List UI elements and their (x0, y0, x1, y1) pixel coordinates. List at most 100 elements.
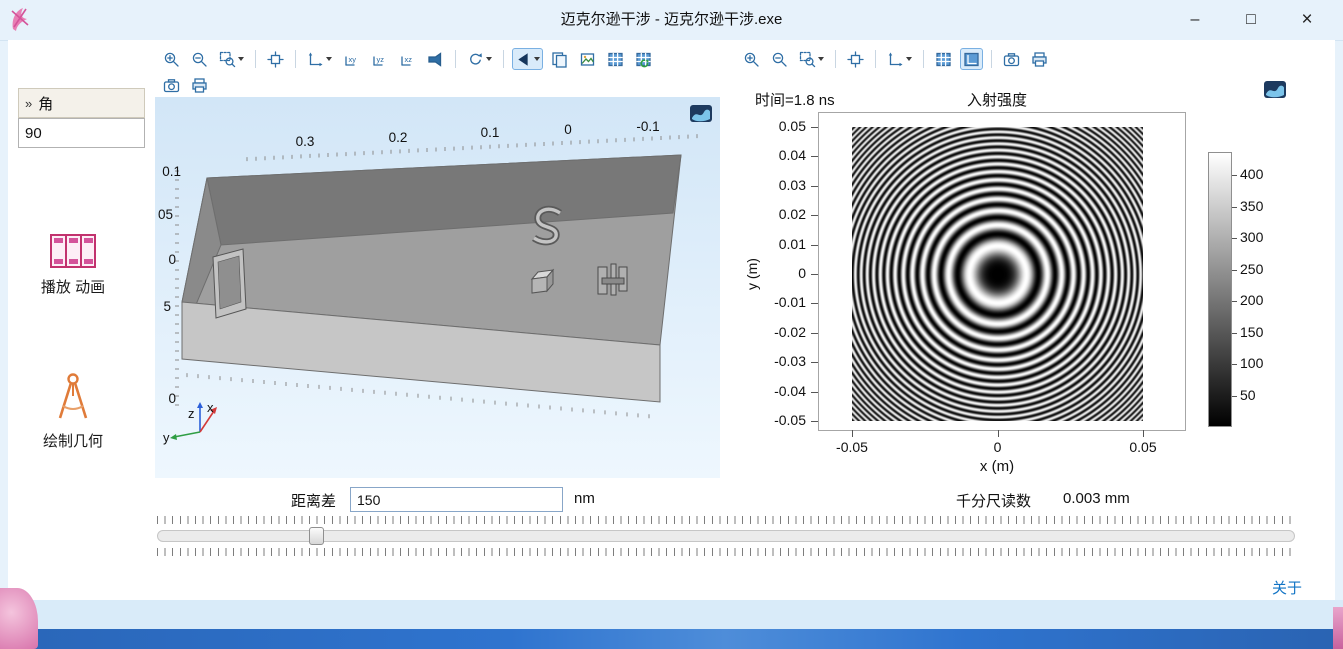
axis-tick-mark (811, 245, 818, 246)
axis-tick-label: 200 (1240, 292, 1284, 308)
axis-tick-mark (811, 274, 818, 275)
dropdown-caret-icon[interactable] (326, 57, 332, 61)
zoom-box-icon[interactable] (216, 48, 247, 70)
axis-tick-mark (998, 430, 999, 437)
dropdown-caret-icon[interactable] (238, 57, 244, 61)
plot2d-toolbar (740, 47, 1051, 71)
zoom-out-icon[interactable] (768, 48, 791, 70)
toolbar-separator (255, 50, 256, 68)
axis-tick-mark (811, 421, 818, 422)
axis-tick-mark (811, 156, 818, 157)
close-button[interactable]: × (1279, 0, 1335, 40)
table-icon[interactable] (932, 48, 955, 70)
table-icon[interactable] (604, 48, 627, 70)
zoom-out-icon[interactable] (188, 48, 211, 70)
svg-text:0: 0 (168, 391, 176, 406)
axis-tick-mark (1232, 207, 1237, 208)
go-to-view-icon[interactable] (884, 48, 915, 70)
slider-tick-ruler-top (157, 516, 1295, 524)
axis-tick-label: 300 (1240, 229, 1284, 245)
view-select-icon[interactable] (512, 48, 543, 70)
axis-tick-mark (1232, 396, 1237, 397)
about-link[interactable]: 关于 (1272, 577, 1302, 598)
zoom-in-icon[interactable] (740, 48, 763, 70)
axis-tick-label: 0 (968, 439, 1028, 455)
slider-handle[interactable] (309, 527, 324, 545)
slider-track[interactable] (157, 530, 1295, 542)
axis-tick-mark (1232, 364, 1237, 365)
micrometer-reading-value: 0.003 mm (1063, 490, 1130, 507)
toolbar-separator (835, 50, 836, 68)
rotate-icon[interactable] (464, 48, 495, 70)
time-annotation: 时间=1.8 ns (755, 89, 835, 110)
dropdown-caret-icon[interactable] (818, 57, 824, 61)
axis-tick-label: 150 (1240, 324, 1284, 340)
distance-difference-input[interactable] (350, 487, 563, 512)
axis-tick-mark (811, 333, 818, 334)
interferometer-3d-model: 0.30.20.10-0.10.105050 zxy (155, 97, 720, 478)
axes-frame-icon[interactable] (960, 48, 983, 70)
dropdown-caret-icon[interactable] (486, 57, 492, 61)
toolbar-separator (295, 50, 296, 68)
titlebar: 迈克尔逊干涉 - 迈克尔逊干涉.exe – □ × (0, 0, 1343, 41)
view3d-toolbar-row2 (160, 73, 211, 97)
printer-icon[interactable] (1028, 48, 1051, 70)
draw-geometry-button[interactable]: 绘制几何 (18, 372, 128, 451)
view-yz-icon[interactable]: yz (368, 48, 391, 70)
toolbar-separator (923, 50, 924, 68)
svg-text:0.1: 0.1 (162, 164, 181, 179)
zoom-extents-icon[interactable] (264, 48, 287, 70)
axis-tick-label: 50 (1240, 387, 1284, 403)
axis-tick-mark (811, 127, 818, 128)
angle-section-header[interactable]: » 角 (18, 88, 145, 118)
toolbar-separator (991, 50, 992, 68)
axis-tick-mark (811, 215, 818, 216)
expand-chevron-icon[interactable]: » (25, 96, 32, 111)
zoom-box-icon[interactable] (796, 48, 827, 70)
plot-render-button[interactable] (690, 105, 712, 122)
x-axis-label: x (m) (957, 458, 1037, 475)
axis-tick-label: -0.02 (756, 324, 806, 340)
camera-icon[interactable] (1000, 48, 1023, 70)
printer-icon[interactable] (188, 74, 211, 96)
minimize-button[interactable]: – (1167, 0, 1223, 40)
axis-tick-label: 0.05 (1113, 439, 1173, 455)
angle-input[interactable] (18, 118, 145, 148)
model-3d-graphics-area[interactable]: 0.30.20.10-0.10.105050 zxy (155, 97, 720, 478)
window-title: 迈克尔逊干涉 - 迈克尔逊干涉.exe (0, 0, 1343, 40)
table-update-icon[interactable] (632, 48, 655, 70)
play-animation-button[interactable]: 播放 动画 (18, 234, 128, 297)
compass-icon (51, 372, 95, 422)
zoom-extents-icon[interactable] (844, 48, 867, 70)
play-animation-label: 播放 动画 (41, 279, 105, 296)
zoom-in-icon[interactable] (160, 48, 183, 70)
view-xz-icon[interactable]: xz (396, 48, 419, 70)
svg-text:0.2: 0.2 (389, 130, 408, 145)
axis-tick-label: 0.02 (756, 206, 806, 222)
axis-tick-mark (1232, 270, 1237, 271)
plot-render-button[interactable] (1264, 81, 1286, 98)
dropdown-caret-icon[interactable] (534, 57, 540, 61)
svg-text:x: x (207, 400, 214, 415)
view-xy-icon[interactable]: xy (340, 48, 363, 70)
maximize-button[interactable]: □ (1223, 0, 1279, 40)
dropdown-caret-icon[interactable] (906, 57, 912, 61)
svg-text:0: 0 (564, 122, 572, 137)
axis-tick-mark (1232, 175, 1237, 176)
axis-tick-label: 0.05 (756, 118, 806, 134)
axis-tick-label: -0.03 (756, 353, 806, 369)
go-to-view-icon[interactable] (304, 48, 335, 70)
svg-text:5: 5 (163, 299, 171, 314)
axis-tick-label: 0.01 (756, 236, 806, 252)
view3d-toolbar-row1: xyyzxz (160, 47, 655, 71)
image-snapshot-icon[interactable] (576, 48, 599, 70)
copy-image-icon[interactable] (548, 48, 571, 70)
toolbar-separator (455, 50, 456, 68)
axis-tick-label: -0.05 (756, 412, 806, 428)
axis-tick-label: 100 (1240, 355, 1284, 371)
projection-icon[interactable] (424, 48, 447, 70)
plot-title: 入射强度 (857, 89, 1137, 110)
camera-icon[interactable] (160, 74, 183, 96)
micrometer-reading-label: 千分尺读数 (956, 490, 1031, 511)
svg-text:0.1: 0.1 (481, 125, 500, 140)
